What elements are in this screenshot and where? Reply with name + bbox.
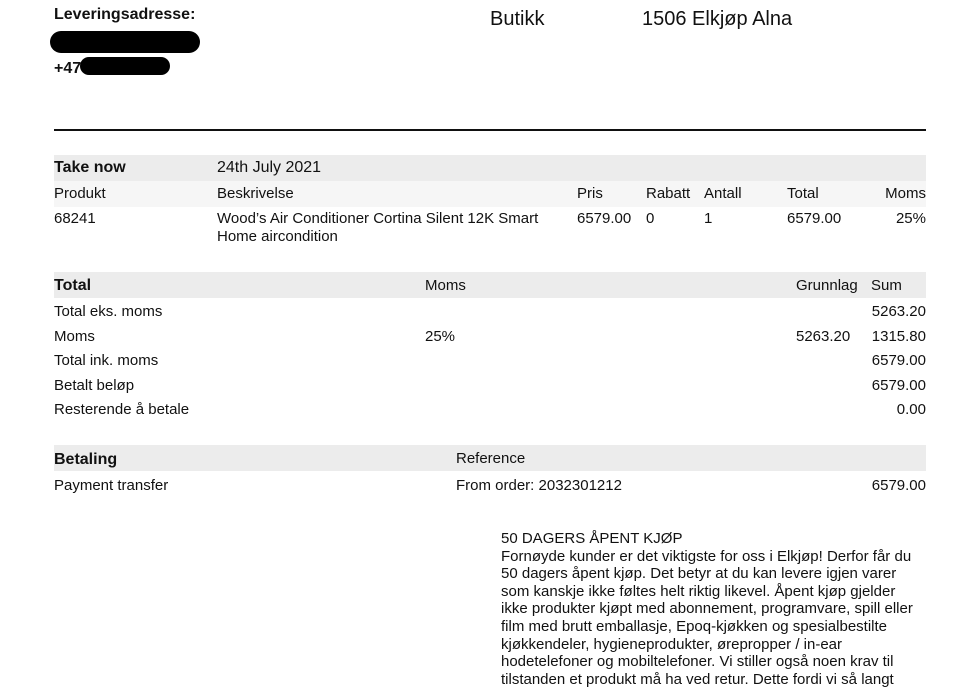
totals-col-sum: Sum <box>871 277 902 294</box>
col-description: Beskrivelse <box>217 185 294 202</box>
col-vat: Moms <box>885 185 926 202</box>
totals-row-label: Total eks. moms <box>54 303 163 320</box>
row-vat: 25% <box>895 210 926 227</box>
payment-col-reference: Reference <box>456 450 526 467</box>
delivery-address-label: Leveringsadresse: <box>54 6 196 23</box>
totals-row-sum: 1315.80 <box>871 328 926 345</box>
col-price: Pris <box>577 185 603 202</box>
col-product: Produkt <box>54 185 106 202</box>
totals-row-sum: 6579.00 <box>871 352 926 369</box>
totals-section-title: Total <box>54 277 92 294</box>
payment-method: Payment transfer <box>54 477 169 494</box>
totals-row-sum: 5263.20 <box>871 303 926 320</box>
totals-row-moms: 25% <box>425 328 456 345</box>
row-description-line2: Home aircondition <box>217 228 338 245</box>
totals-row-grunnlag: 5263.20 <box>796 328 851 345</box>
totals-row-sum: 6579.00 <box>871 377 926 394</box>
redacted-address <box>50 31 200 53</box>
totals-row-label: Resterende å betale <box>54 401 190 418</box>
row-total: 6579.00 <box>787 210 842 227</box>
totals-row-sum: 0.00 <box>896 401 926 418</box>
totals-row-label: Total ink. moms <box>54 352 159 369</box>
store-value: 1506 Elkjøp Alna <box>642 8 793 30</box>
open-purchase-terms: 50 DAGERS ÅPENT KJØP Fornøyde kunder er … <box>501 530 921 688</box>
row-description-line1: Wood’s Air Conditioner Cortina Silent 12… <box>217 210 539 227</box>
col-quantity: Antall <box>704 185 742 202</box>
totals-row-label: Moms <box>54 328 95 345</box>
phone-prefix: +47 <box>54 60 82 77</box>
store-label: Butikk <box>490 8 545 30</box>
order-header-band <box>54 155 926 181</box>
row-quantity: 1 <box>704 210 713 227</box>
totals-col-moms: Moms <box>425 277 466 294</box>
order-section-title: Take now <box>54 159 126 176</box>
row-discount: 0 <box>646 210 655 227</box>
redacted-phone <box>80 57 170 75</box>
payment-reference: From order: 2032301212 <box>456 477 622 494</box>
order-date: 24th July 2021 <box>217 159 322 176</box>
terms-body: Fornøyde kunder er det viktigste for oss… <box>501 547 913 688</box>
totals-col-grunnlag: Grunnlag <box>796 277 858 294</box>
row-product: 68241 <box>54 210 96 227</box>
col-discount: Rabatt <box>646 185 691 202</box>
totals-row-label: Betalt beløp <box>54 377 135 394</box>
payment-section-title: Betaling <box>54 451 118 468</box>
header-divider <box>54 129 926 131</box>
col-total: Total <box>787 185 819 202</box>
payment-amount: 6579.00 <box>871 477 926 494</box>
row-price: 6579.00 <box>577 210 632 227</box>
terms-title: 50 DAGERS ÅPENT KJØP <box>501 530 683 547</box>
